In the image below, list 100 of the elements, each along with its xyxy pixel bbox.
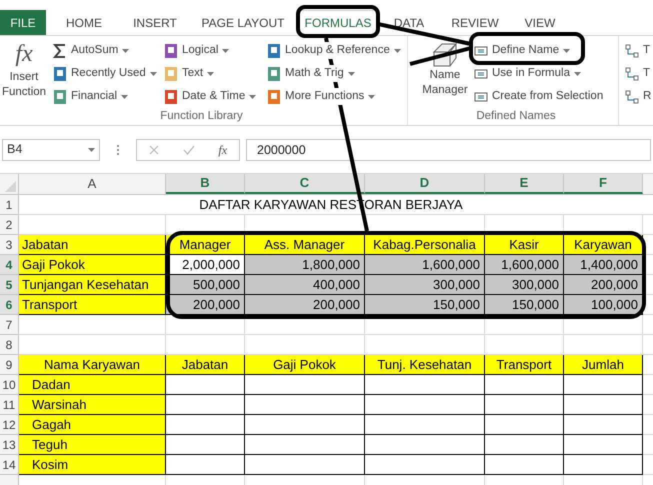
formula-auditing-label: R [643,88,652,104]
insert-function-button[interactable]: fx Insert Function [0,36,48,108]
column-header[interactable]: F [564,174,643,194]
name-manager-button[interactable]: Name Manager [418,36,472,108]
row-header[interactable]: 12 [0,415,19,435]
row-header[interactable]: 5 [0,275,19,295]
table-cell: 400,000 [245,275,365,295]
trace-arrows-icon [625,44,639,58]
group-label: Defined Names [475,109,557,124]
more-options-icon [116,144,120,156]
table-cell: Kasir [485,235,564,255]
insert-function-button[interactable]: fx [218,140,228,158]
table-cell: Nama Karyawan [19,355,166,375]
defined-names-button[interactable]: Use in Formula [474,62,614,85]
ribbon-tab[interactable]: INSERT [122,10,188,35]
function-category-button[interactable]: Lookup & Reference [267,39,403,62]
function-category-label: Math & Trig [285,64,344,82]
ribbon-tab[interactable]: FORMULAS [298,10,378,35]
row-header[interactable]: 6 [0,295,19,315]
table-cell: 200,000 [564,275,643,295]
row-header[interactable]: 2 [0,215,19,235]
table-cell: Dadan [19,375,166,395]
function-category-button[interactable]: Logical [164,39,262,62]
table-cell: Teguh [19,435,166,455]
defined-names-button[interactable]: Define Name [474,39,614,62]
cancel-icon[interactable] [148,144,159,154]
formula-auditing-button[interactable]: T [625,39,652,62]
name-command-icon [474,66,488,80]
table-cell: 200,000 [245,295,365,315]
table-cell: 150,000 [485,295,564,315]
table-cell: Kosim [19,455,166,475]
row-header[interactable]: 10 [0,375,19,395]
row-header[interactable]: 9 [0,355,19,375]
name-command-icon [474,44,488,58]
formula-auditing-button[interactable]: R [625,85,652,108]
defined-names-button[interactable]: Create from Selection [474,85,614,108]
ribbon-tab[interactable]: REVIEW [440,10,510,35]
trace-arrows-icon [625,90,639,104]
table-cell: Kabag.Personalia [365,235,485,255]
table-cell: 300,000 [365,275,485,295]
function-category-button[interactable]: More Functions [267,85,403,108]
function-category-button[interactable]: Financial [53,85,159,108]
table-cell: Tunjangan Kesehatan [19,275,166,295]
table-cell: Jumlah [564,355,643,375]
table-cell: 1,600,000 [485,255,564,275]
function-category-label: More Functions [285,88,364,106]
defined-names-label: Create from Selection [492,88,604,104]
ribbon-tab[interactable]: DATA [378,10,440,35]
name-command-icon [474,90,488,104]
table-cell: Gaji Pokok [245,355,365,375]
function-category-button[interactable]: Text [164,62,262,85]
table-cell: Manager [166,235,245,255]
table-cell: Jabatan [19,235,166,255]
row-header[interactable]: 13 [0,435,19,455]
defined-names-label: Use in Formula [492,66,570,81]
function-category-button[interactable]: Recently Used [53,62,159,85]
table-cell: 1,800,000 [245,255,365,275]
row-header[interactable]: 8 [0,335,19,355]
table-cell: 150,000 [365,295,485,315]
column-header[interactable]: E [485,174,564,194]
column-header[interactable]: C [245,174,365,194]
table-cell: Ass. Manager [245,235,365,255]
row-header[interactable]: 11 [0,395,19,415]
ribbon-tab[interactable]: HOME [46,10,122,35]
caret-icon [88,148,95,152]
group-label: Function Library [159,109,244,124]
row-header[interactable]: 3 [0,235,19,255]
table-cell: Transport [485,355,564,375]
table-cell: Gagah [19,415,166,435]
select-all-icon[interactable] [5,181,16,192]
check-icon[interactable] [182,144,195,154]
function-category-button[interactable]: Math & Trig [267,62,403,85]
row-header[interactable]: 14 [0,455,19,475]
function-category-button[interactable]: AutoSum [53,39,159,62]
row-header[interactable]: 4 [0,255,19,275]
function-category-label: Lookup & Reference [285,42,390,60]
table-cell: 300,000 [485,275,564,295]
formula-auditing-label: T [643,42,650,58]
table-cell: 1,600,000 [365,255,485,275]
column-header[interactable]: B [166,174,245,194]
formula-input[interactable]: 2000000 [246,138,651,160]
table-cell: Transport [19,295,166,315]
ribbon-tab[interactable]: VIEW [510,10,570,35]
ribbon-tab[interactable]: PAGE LAYOUT [188,10,298,35]
column-header[interactable]: D [365,174,485,194]
formula-auditing-label: T [643,66,650,81]
row-header[interactable]: 1 [0,195,19,215]
table-cell: 1,400,000 [564,255,643,275]
table-cell: Karyawan [564,235,643,255]
table-cell: Tunj. Kesehatan [365,355,485,375]
table-cell: 100,000 [564,295,643,315]
row-header[interactable]: 7 [0,315,19,335]
function-category-button[interactable]: Date & Time [164,85,262,108]
file-tab[interactable]: FILE [0,10,46,35]
table-cell: Gaji Pokok [19,255,166,275]
table-cell: Jabatan [166,355,245,375]
formula-auditing-button[interactable]: T [625,62,652,85]
table-cell: 200,000 [166,295,245,315]
table-cell: Warsinah [19,395,166,415]
name-box[interactable]: B4 [2,138,100,160]
